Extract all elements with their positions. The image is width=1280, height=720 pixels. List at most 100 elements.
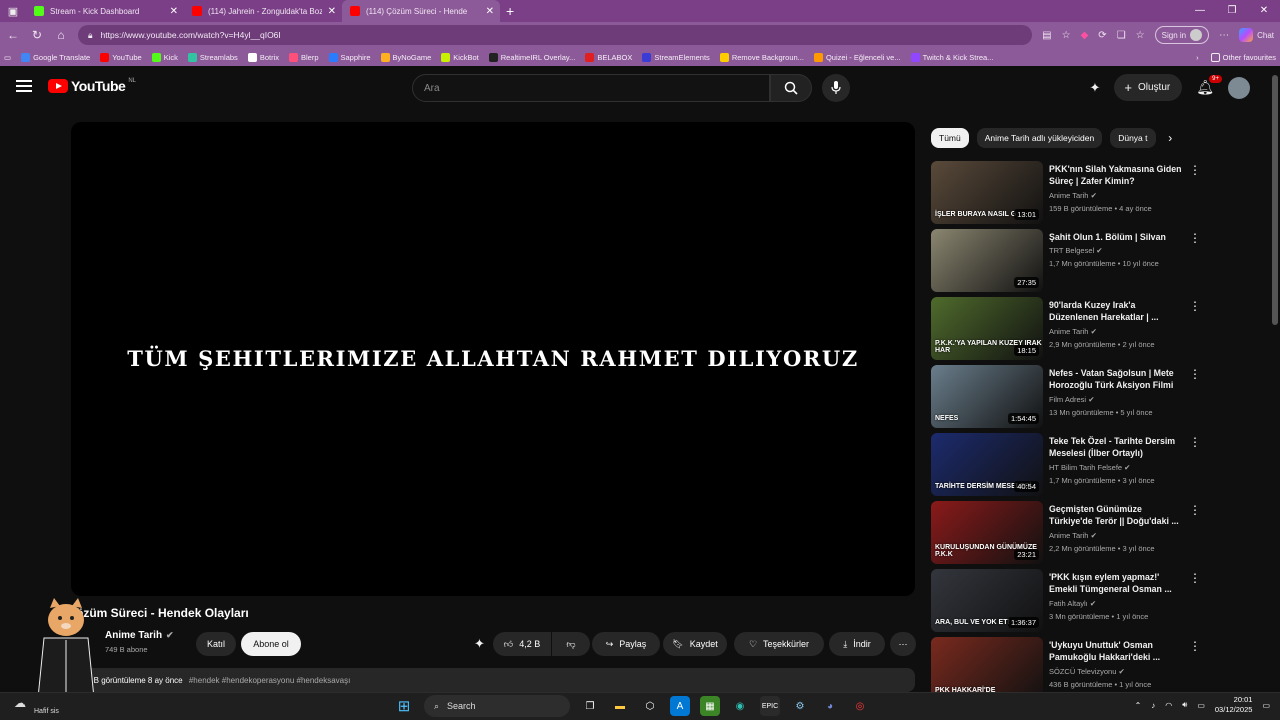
recommendation-title[interactable]: Teke Tek Özel - Tarihte Dersim Meselesi … (1049, 435, 1185, 459)
page-scrollbar[interactable] (1272, 75, 1278, 325)
hashtags[interactable]: #hendek #hendekoperasyonu #hendeksavaşı (189, 676, 350, 685)
windows-start-icon[interactable]: ⊞ (394, 696, 414, 716)
bookmarks-overflow-icon[interactable]: › (1196, 53, 1199, 62)
more-vertical-icon[interactable]: ⋮ (1189, 367, 1201, 381)
chip-from-uploader[interactable]: Anime Tarih adlı yükleyiciden (976, 128, 1103, 148)
chip-all[interactable]: Tümü (931, 128, 969, 148)
bookmark-item[interactable]: YouTube (100, 52, 142, 62)
task-view-icon[interactable]: ❐ (580, 696, 600, 716)
home-icon[interactable]: ⌂ (54, 28, 68, 42)
recommendation-item[interactable]: NEFES 1:54:45 Nefes - Vatan Sağolsun | Met… (931, 365, 1201, 433)
search-button[interactable] (770, 74, 812, 102)
close-window-icon[interactable]: ✕ (1248, 0, 1280, 22)
recommendation-channel[interactable]: Anime Tarih ✔ (1049, 327, 1097, 336)
youtube-logo[interactable]: YouTube NL (48, 78, 136, 94)
steam-icon[interactable]: ⚙ (790, 696, 810, 716)
other-favourites[interactable]: Other favourites (1210, 52, 1276, 62)
video-thumbnail[interactable]: TARİHTE DERSİM MESELESİ 40:54 (931, 433, 1043, 496)
close-tab-icon[interactable]: ✕ (486, 6, 494, 17)
bookmark-item[interactable]: KickBot (441, 52, 479, 62)
description-box[interactable]: 8 B görüntüleme 8 ay önce #hendek #hende… (71, 668, 915, 692)
recommendation-title[interactable]: 90'larda Kuzey Irak'a Düzenlenen Harekat… (1049, 299, 1185, 323)
file-explorer-icon[interactable]: ▬ (610, 696, 630, 716)
tray-overflow-icon[interactable]: ⌃ (1135, 701, 1142, 710)
favourites-icon[interactable]: ☆ (1136, 30, 1145, 41)
bookmark-item[interactable]: RealtimeIRL Overlay... (488, 52, 575, 62)
video-thumbnail[interactable]: İŞLER BURAYA NASIL G 13:01 (931, 161, 1043, 224)
copilot-chat-button[interactable]: Chat (1239, 28, 1274, 42)
recommendation-title[interactable]: Nefes - Vatan Sağolsun | Mete Horozoğlu … (1049, 367, 1185, 391)
recommendation-title[interactable]: Geçmişten Günümüze Türkiye'de Terör || D… (1049, 503, 1185, 527)
recommendation-item[interactable]: TARİHTE DERSİM MESELESİ 40:54 Teke Tek Öze… (931, 433, 1201, 501)
edge-browser-icon[interactable]: ◉ (730, 696, 750, 716)
more-vertical-icon[interactable]: ⋮ (1189, 503, 1201, 517)
bookmark-item[interactable]: Streamlabs (187, 52, 238, 62)
more-vertical-icon[interactable]: ⋮ (1189, 435, 1201, 449)
recommendation-title[interactable]: Şahit Olun 1. Bölüm | Silvan (1049, 231, 1185, 243)
recommendation-title[interactable]: 'PKK kışın eylem yapmaz!' Emekli Tümgene… (1049, 571, 1185, 595)
azure-icon[interactable]: A (670, 696, 690, 716)
video-thumbnail[interactable]: KURULUŞUNDAN GÜNÜMÜZE P.K.K 23:21 (931, 501, 1043, 564)
more-actions-button[interactable]: ⋯ (890, 632, 916, 656)
bookmark-item[interactable]: Google Translate (21, 52, 90, 62)
bookmark-item[interactable]: Kick (151, 52, 178, 62)
weather-widget[interactable]: ☁ Hafif sis (14, 696, 59, 715)
bookmark-item[interactable]: Twitch & Kick Strea... (910, 52, 993, 62)
share-button[interactable]: ↪ Paylaş (592, 632, 660, 656)
battery-icon[interactable]: ▭ (1197, 701, 1205, 710)
recommendation-item[interactable]: İŞLER BURAYA NASIL G 13:01 PKK'nın Silah Y… (931, 161, 1201, 229)
notifications-button[interactable]: 🔔︎ 9+ (1196, 75, 1222, 96)
recommendation-channel[interactable]: TRT Belgesel ✔ (1049, 246, 1103, 255)
recommendation-title[interactable]: PKK'nın Silah Yakmasına Giden Süreç | Za… (1049, 163, 1185, 187)
bookmark-item[interactable]: Botrix (247, 52, 279, 62)
reading-list-icon[interactable]: ▭ (4, 53, 11, 62)
create-button[interactable]: + Oluştur (1114, 74, 1183, 101)
recommendation-channel[interactable]: Film Adresi ✔ (1049, 395, 1094, 404)
bookmark-item[interactable]: Quizei - Eğlenceli ve... (813, 52, 901, 62)
recording-app-icon[interactable]: ◎ (850, 696, 870, 716)
video-thumbnail[interactable]: P.K.K.'YA YAPILAN KUZEY IRAK HAR 18:15 (931, 297, 1043, 360)
chip-world[interactable]: Dünya t (1110, 128, 1157, 148)
recommendation-item[interactable]: P.K.K.'YA YAPILAN KUZEY IRAK HAR 18:15 90'… (931, 297, 1201, 365)
more-vertical-icon[interactable]: ⋮ (1189, 299, 1201, 313)
bookmark-item[interactable]: BELABOX (585, 52, 632, 62)
close-tab-icon[interactable]: ✕ (328, 6, 336, 17)
bookmark-item[interactable]: Remove Backgroun... (719, 52, 804, 62)
sign-in-button[interactable]: Sign in (1154, 26, 1210, 44)
channel-name-link[interactable]: Anime Tarih ✔ (105, 630, 174, 641)
recommendation-title[interactable]: 'Uykuyu Unuttuk' Osman Pamukoğlu Hakkari… (1049, 639, 1185, 663)
tab-actions-icon[interactable]: ▣ (0, 0, 26, 22)
more-vertical-icon[interactable]: ⋮ (1189, 163, 1201, 177)
recommendation-channel[interactable]: SÖZCÜ Televizyonu ✔ (1049, 667, 1125, 676)
minecraft-icon[interactable]: ▦ (700, 696, 720, 716)
collections-icon[interactable]: ❏ (1117, 30, 1126, 41)
recommendation-channel[interactable]: Fatih Altaylı ✔ (1049, 599, 1096, 608)
bookmark-item[interactable]: StreamElements (642, 52, 710, 62)
download-button[interactable]: ⤓ İndir (829, 632, 885, 656)
hamburger-menu-icon[interactable] (16, 80, 32, 92)
sync-icon[interactable]: ⟳ (1098, 30, 1106, 41)
epic-games-icon[interactable]: EPIC (760, 696, 780, 716)
subscribe-button[interactable]: Abone ol (241, 632, 301, 656)
save-button[interactable]: 🔖︎ Kaydet (663, 632, 727, 656)
video-thumbnail[interactable]: 27:35 (931, 229, 1043, 292)
recommendation-channel[interactable]: Anime Tarih ✔ (1049, 191, 1097, 200)
premium-sparkle-icon[interactable]: ✦ (1089, 80, 1100, 96)
more-vertical-icon[interactable]: ⋮ (1189, 639, 1201, 653)
minimize-icon[interactable]: — (1184, 0, 1216, 22)
bookmark-item[interactable]: Blerp (288, 52, 319, 62)
ask-ai-sparkle-icon[interactable]: ✦ (474, 636, 485, 652)
favourite-star-icon[interactable]: ☆ (1062, 30, 1071, 41)
recommendation-item[interactable]: ARA, BUL VE YOK ET! 1:36:37 'PKK kışın eyl… (931, 569, 1201, 637)
bookmark-item[interactable]: ByNoGame (380, 52, 431, 62)
recommendation-item[interactable]: 27:35 Şahit Olun 1. Bölüm | Silvan TRT Bel… (931, 229, 1201, 297)
recommendation-channel[interactable]: HT Bilim Tarih Felsefe ✔ (1049, 463, 1130, 472)
discord-icon[interactable]: ◕ (820, 696, 840, 716)
browser-tab-1[interactable]: (114) Jahrein - Zonguldak'ta Bozu ✕ (184, 0, 342, 22)
taskbar-search[interactable]: ⌕ Search (424, 695, 570, 717)
like-button[interactable]: 👍︎ 4,2 B (493, 632, 551, 656)
url-field[interactable]: 🔒︎ https://www.youtube.com/watch?v=H4yl_… (78, 25, 1033, 45)
search-input[interactable]: Ara (412, 74, 770, 102)
notification-center-icon[interactable]: ▭ (1262, 701, 1270, 710)
thanks-button[interactable]: ♡ Teşekkürler (734, 632, 824, 656)
